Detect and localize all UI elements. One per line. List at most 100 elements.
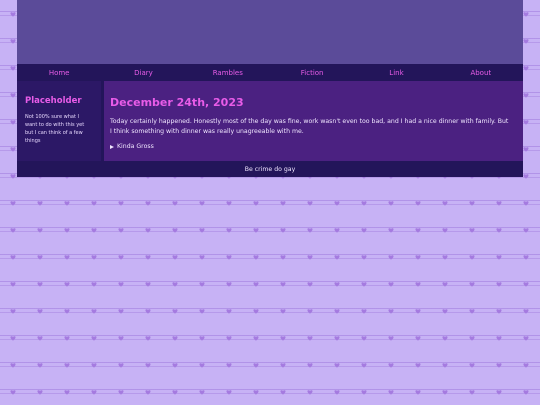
heart-icon <box>199 282 205 287</box>
heart-icon <box>523 363 529 368</box>
heart-icon <box>442 390 448 395</box>
heart-icon <box>388 336 394 341</box>
heart-icon <box>361 336 367 341</box>
heart-icon <box>496 336 502 341</box>
heart-icon <box>334 336 340 341</box>
heart-icon <box>10 39 16 44</box>
heart-icon <box>523 336 529 341</box>
heart-icon <box>496 255 502 260</box>
heart-icon <box>280 255 286 260</box>
heart-icon <box>523 174 529 179</box>
heart-icon <box>118 282 124 287</box>
nav-link-diary[interactable]: Diary <box>113 69 173 77</box>
heart-icon <box>307 390 313 395</box>
heart-icon <box>118 228 124 233</box>
heart-icon <box>118 363 124 368</box>
heart-icon <box>523 255 529 260</box>
footer-text: Be crime do gay <box>244 165 296 173</box>
heart-icon <box>226 363 232 368</box>
nav-link-fiction[interactable]: Fiction <box>282 69 342 77</box>
post-title: December 24th, 2023 <box>110 96 244 109</box>
heart-icon <box>415 228 421 233</box>
heart-icon <box>172 309 178 314</box>
heart-icon <box>469 201 475 206</box>
heart-icon <box>37 309 43 314</box>
heart-icon <box>253 309 259 314</box>
heart-icon <box>10 309 16 314</box>
heart-icon <box>145 363 151 368</box>
heart-icon <box>91 336 97 341</box>
details-toggle[interactable]: Kinda Gross <box>110 143 154 150</box>
heart-icon <box>496 363 502 368</box>
heart-icon <box>442 363 448 368</box>
heart-icon <box>523 147 529 152</box>
heart-icon <box>334 282 340 287</box>
heart-icon <box>388 390 394 395</box>
heart-icon <box>37 201 43 206</box>
heart-icon <box>334 201 340 206</box>
heart-icon <box>199 201 205 206</box>
sidebar-text: Not 100% sure what I want to do with thi… <box>25 114 85 144</box>
heart-icon <box>226 201 232 206</box>
heart-icon <box>307 282 313 287</box>
post-content: December 24th, 2023 Today certainly happ… <box>104 81 523 161</box>
heart-icon <box>388 363 394 368</box>
heart-icon <box>10 336 16 341</box>
heart-icon <box>145 336 151 341</box>
heart-icon <box>307 255 313 260</box>
heart-icon <box>469 309 475 314</box>
heart-icon <box>496 390 502 395</box>
heart-icon <box>10 282 16 287</box>
heart-icon <box>64 390 70 395</box>
heart-icon <box>523 120 529 125</box>
heart-icon <box>523 93 529 98</box>
heart-icon <box>64 363 70 368</box>
heart-icon <box>118 201 124 206</box>
heart-icon <box>145 390 151 395</box>
nav-link-link[interactable]: Link <box>366 69 426 77</box>
nav-link-rambles[interactable]: Rambles <box>198 69 258 77</box>
heart-icon <box>91 363 97 368</box>
heart-icon <box>199 390 205 395</box>
heart-icon <box>280 201 286 206</box>
main-nav: Home Diary Rambles Fiction Link About <box>17 64 523 81</box>
heart-icon <box>307 309 313 314</box>
heart-icon <box>361 228 367 233</box>
heart-icon <box>64 201 70 206</box>
heart-icon <box>334 390 340 395</box>
heart-icon <box>10 147 16 152</box>
nav-link-about[interactable]: About <box>451 69 511 77</box>
heart-icon <box>253 255 259 260</box>
heart-icon <box>199 363 205 368</box>
heart-icon <box>523 201 529 206</box>
heart-icon <box>307 336 313 341</box>
nav-link-home[interactable]: Home <box>29 69 89 77</box>
heart-icon <box>523 309 529 314</box>
heart-icon <box>388 309 394 314</box>
heart-icon <box>307 363 313 368</box>
heart-icon <box>10 255 16 260</box>
heart-icon <box>442 201 448 206</box>
disclosure-triangle-icon <box>110 144 114 149</box>
heart-icon <box>415 390 421 395</box>
heart-icon <box>442 228 448 233</box>
heart-icon <box>226 228 232 233</box>
heart-icon <box>226 309 232 314</box>
heart-icon <box>37 390 43 395</box>
heart-icon <box>415 201 421 206</box>
heart-icon <box>442 336 448 341</box>
heart-icon <box>415 255 421 260</box>
heart-icon <box>172 201 178 206</box>
heart-icon <box>199 309 205 314</box>
heart-icon <box>199 255 205 260</box>
heart-icon <box>10 120 16 125</box>
heart-icon <box>361 201 367 206</box>
heart-icon <box>91 390 97 395</box>
heart-icon <box>10 174 16 179</box>
heart-icon <box>253 201 259 206</box>
heart-icon <box>10 390 16 395</box>
heart-icon <box>361 309 367 314</box>
heart-icon <box>496 282 502 287</box>
heart-icon <box>334 228 340 233</box>
heart-icon <box>145 228 151 233</box>
